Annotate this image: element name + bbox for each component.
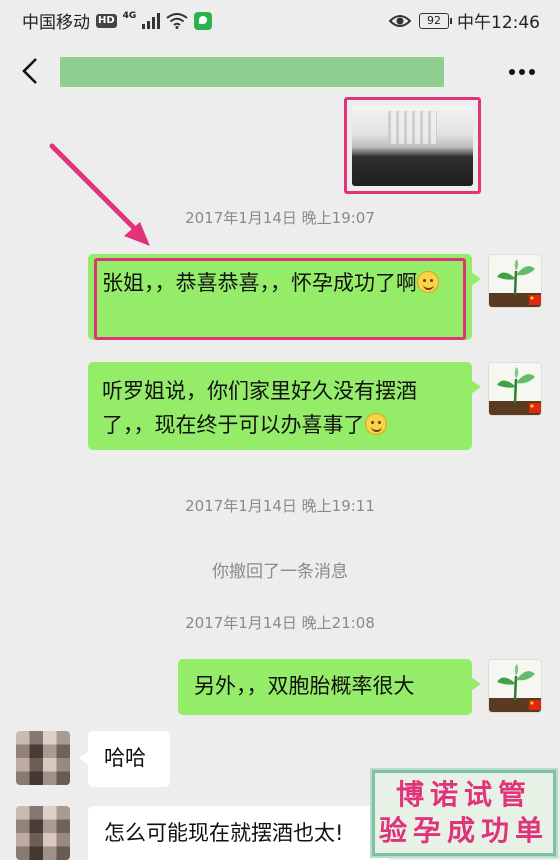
carrier-label: 中国移动 (22, 13, 90, 33)
plant-icon (489, 664, 541, 712)
watermark-stamp: 博诺试管 验孕成功单 (370, 768, 558, 858)
eye-icon (389, 14, 411, 27)
chevron-left-icon[interactable] (18, 56, 44, 86)
battery-indicator: 92 (419, 12, 452, 29)
highlight-frame-message (94, 258, 466, 340)
thinking-emoji-icon (364, 413, 387, 435)
message-bubble-outgoing[interactable]: 另外，，双胞胎概率很大 (178, 659, 481, 715)
status-bar: 中国移动 HD 4G 92 中午12:46 (0, 0, 560, 38)
message-bubble-incoming[interactable]: 哈哈 (79, 731, 170, 787)
app-notification-icon (194, 11, 213, 30)
plant-icon (489, 259, 541, 307)
avatar-contact[interactable] (16, 731, 70, 785)
avatar-contact[interactable] (16, 806, 70, 860)
arrow-annotation-icon (49, 143, 150, 246)
message-bubble-incoming[interactable]: 怎么可能现在就摆酒也太! (88, 806, 388, 860)
image-message[interactable] (352, 105, 473, 186)
avatar-self[interactable] (488, 659, 542, 713)
chat-title-redacted (60, 57, 444, 87)
recall-notice: 你撤回了一条消息 (212, 562, 348, 582)
plant-icon (489, 367, 541, 415)
ellipsis-icon[interactable] (508, 68, 536, 76)
avatar-self[interactable] (488, 254, 542, 308)
message-text: 另外，，双胞胎概率很大 (194, 674, 415, 698)
message-text: 怎么可能现在就摆酒也太! (104, 821, 344, 845)
message-text: 哈哈 (104, 746, 146, 770)
timestamp: 2017年1月14日 晚上21:08 (185, 614, 375, 632)
watermark-line: 验孕成功单 (378, 814, 549, 847)
highlight-frame-image (344, 97, 481, 194)
clock: 中午12:46 (457, 13, 540, 33)
timestamp: 2017年1月14日 晚上19:11 (185, 497, 375, 515)
wifi-icon (166, 12, 188, 29)
message-bubble-outgoing[interactable]: 听罗姐说，你们家里好久没有摆酒了，，现在终于可以办喜事了 (88, 362, 481, 450)
timestamp: 2017年1月14日 晚上19:07 (185, 209, 375, 227)
avatar-self[interactable] (488, 362, 542, 416)
chat-header (0, 38, 560, 104)
watermark-line: 博诺试管 (395, 778, 532, 811)
signal-icon (142, 12, 161, 29)
hd-badge: HD (96, 13, 117, 28)
network-type: 4G (122, 10, 137, 21)
